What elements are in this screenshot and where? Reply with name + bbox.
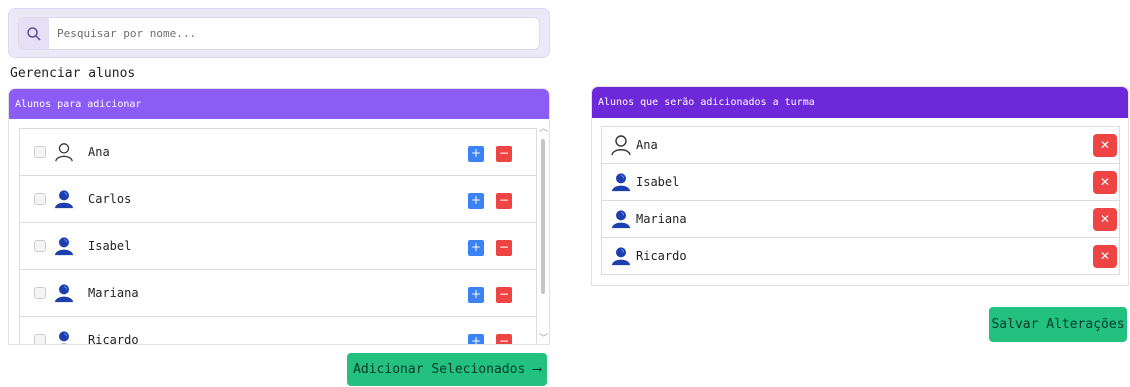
student-checkbox[interactable] xyxy=(34,287,46,299)
selected-row-ana: Ana ✕ xyxy=(601,126,1120,164)
remove-from-class-button[interactable]: ✕ xyxy=(1093,134,1117,157)
student-name: Isabel xyxy=(636,175,680,189)
selected-row-mariana: Mariana ✕ xyxy=(601,200,1120,238)
student-row-mariana: Mariana + − xyxy=(19,269,537,317)
student-name: Mariana xyxy=(636,212,687,226)
remove-student-button[interactable]: − xyxy=(496,193,512,209)
person-filled-icon xyxy=(610,208,632,230)
student-row-isabel: Isabel + − xyxy=(19,222,537,270)
person-filled-icon xyxy=(610,245,632,267)
student-name: Carlos xyxy=(88,192,132,206)
search-field[interactable] xyxy=(18,17,540,50)
person-outline-icon xyxy=(54,141,74,163)
student-checkbox[interactable] xyxy=(34,146,46,158)
list-scrollbar[interactable]: ︿ ﹀ xyxy=(538,121,549,344)
search-icon[interactable] xyxy=(19,18,49,49)
student-row-ricardo: Ricardo + − xyxy=(19,316,537,345)
remove-from-class-button[interactable]: ✕ xyxy=(1093,245,1117,268)
person-filled-icon xyxy=(54,329,74,344)
selected-students-list: Ana ✕ Isabel ✕ Mariana ✕ Ricardo ✕ xyxy=(601,126,1120,275)
save-changes-button[interactable]: Salvar Alterações xyxy=(989,307,1127,342)
selected-students-panel: Alunos que serão adicionados a turma Ana… xyxy=(591,86,1129,286)
person-filled-icon xyxy=(54,188,74,210)
chevron-down-icon[interactable]: ﹀ xyxy=(539,331,548,344)
student-checkbox[interactable] xyxy=(34,240,46,252)
student-row-ana: Ana + − xyxy=(19,128,537,176)
student-checkbox[interactable] xyxy=(34,334,46,344)
remove-student-button[interactable]: − xyxy=(496,146,512,162)
student-name: Ana xyxy=(636,138,658,152)
available-students-panel: Alunos para adicionar Ana + − Carlos + − xyxy=(8,88,550,345)
selected-students-header: Alunos que serão adicionados a turma xyxy=(592,87,1128,118)
remove-from-class-button[interactable]: ✕ xyxy=(1093,171,1117,194)
manage-students-title: Gerenciar alunos xyxy=(10,66,136,81)
available-students-header: Alunos para adicionar xyxy=(9,89,549,119)
student-name: Ricardo xyxy=(636,249,687,263)
student-name: Ana xyxy=(88,145,110,159)
chevron-up-icon[interactable]: ︿ xyxy=(539,121,548,134)
search-bar xyxy=(8,8,550,58)
remove-student-button[interactable]: − xyxy=(496,287,512,303)
person-filled-icon xyxy=(610,171,632,193)
selected-row-ricardo: Ricardo ✕ xyxy=(601,237,1120,275)
add-student-button[interactable]: + xyxy=(468,146,484,162)
selected-row-isabel: Isabel ✕ xyxy=(601,163,1120,201)
student-name: Ricardo xyxy=(88,333,139,345)
person-filled-icon xyxy=(54,282,74,304)
remove-student-button[interactable]: − xyxy=(496,334,512,344)
add-student-button[interactable]: + xyxy=(468,287,484,303)
student-row-carlos: Carlos + − xyxy=(19,175,537,223)
add-student-button[interactable]: + xyxy=(468,240,484,256)
remove-from-class-button[interactable]: ✕ xyxy=(1093,208,1117,231)
available-students-list: Ana + − Carlos + − Isabel + − Mariana + … xyxy=(19,128,537,345)
person-outline-icon xyxy=(610,134,632,156)
add-student-button[interactable]: + xyxy=(468,334,484,344)
add-student-button[interactable]: + xyxy=(468,193,484,209)
search-input[interactable] xyxy=(57,27,517,40)
student-name: Mariana xyxy=(88,286,139,300)
person-filled-icon xyxy=(54,235,74,257)
student-name: Isabel xyxy=(88,239,132,253)
student-checkbox[interactable] xyxy=(34,193,46,205)
add-selected-button[interactable]: Adicionar Selecionados ⟶ xyxy=(347,353,547,386)
remove-student-button[interactable]: − xyxy=(496,240,512,256)
scroll-thumb[interactable] xyxy=(541,139,545,294)
